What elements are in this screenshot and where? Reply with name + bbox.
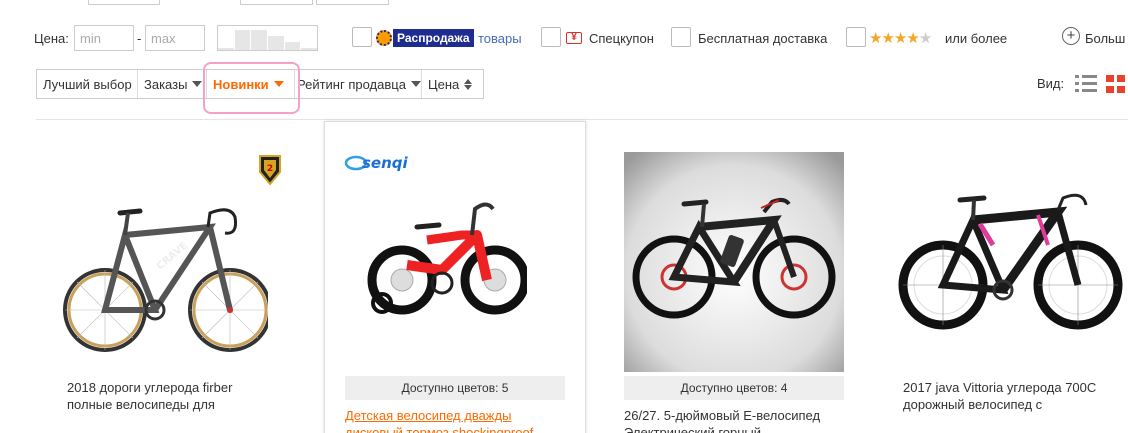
histogram-bar: [251, 29, 269, 50]
grid-view-icon[interactable]: [1106, 75, 1128, 93]
product-title-line: 26/27. 5-дюймовый E-велосипед: [624, 408, 821, 423]
free-shipping-checkbox[interactable]: [671, 27, 691, 47]
product-title-line: полные велосипеды для: [67, 397, 215, 412]
sale-badge-text: Распродажа: [393, 29, 474, 47]
sort-best-match[interactable]: Лучший выбор: [37, 70, 138, 98]
more-filters-label[interactable]: Больш: [1085, 31, 1125, 46]
svg-text:2: 2: [267, 164, 273, 174]
product-title-line: дисковый тормоз shockingproof: [345, 425, 534, 433]
free-shipping-label: Бесплатная доставка: [698, 31, 828, 46]
product-title-line: Детская велосипед дважды: [345, 408, 512, 423]
sort-updown-icon: [464, 78, 473, 90]
product-image[interactable]: CRAVE: [60, 195, 268, 365]
star-icon: ★: [893, 30, 907, 47]
rating-stars: ★★★★★: [869, 29, 932, 47]
caret-down-icon: [410, 81, 421, 87]
sale-goods-link[interactable]: товары: [478, 31, 522, 46]
product-title[interactable]: Детская велосипед дважды дисковый тормоз…: [345, 407, 580, 433]
product-image[interactable]: [367, 195, 527, 330]
product-title-line: Электрический горный: [624, 425, 762, 433]
star-icon: ★: [918, 30, 932, 47]
sort-label: Цена: [428, 76, 460, 92]
histogram-bar: [284, 41, 302, 50]
histogram-bar: [234, 29, 252, 50]
sort-price[interactable]: Цена: [422, 70, 483, 98]
price-label: Цена:: [34, 31, 69, 46]
sale-star-icon: [376, 30, 392, 46]
star-icon: ★: [869, 30, 882, 47]
divider: [36, 119, 1128, 120]
plus-circle-icon[interactable]: +: [1062, 27, 1080, 45]
available-colors: Доступно цветов: 4: [624, 376, 844, 400]
product-title[interactable]: 2018 дороги углерода firber полные велос…: [67, 379, 307, 413]
product-image[interactable]: [624, 152, 844, 372]
medal-badge-icon: 2: [259, 155, 281, 186]
coupon-label: Спецкупон: [589, 31, 654, 46]
price-max-input[interactable]: [145, 25, 205, 51]
histogram-bar: [301, 47, 318, 50]
available-colors: Доступно цветов: 5: [345, 376, 565, 400]
product-title[interactable]: 26/27. 5-дюймовый E-велосипед Электричес…: [624, 407, 864, 433]
product-title-line: дорожный велосипед с: [903, 397, 1043, 412]
sort-newest[interactable]: Новинки: [207, 70, 295, 98]
sort-label: Рейтинг продавца: [297, 76, 406, 92]
star-icon: ★: [881, 30, 894, 47]
caret-down-icon: [273, 81, 284, 87]
product-title-line: 2018 дороги углерода firber: [67, 380, 233, 395]
rating-or-more-label: или более: [945, 31, 1008, 46]
sale-badge: Распродажа: [376, 29, 474, 47]
svg-text:senqi: senqi: [362, 154, 409, 172]
filter-row: Цена: - Распродажа товары ¥ Спецкупон Бе…: [0, 23, 1128, 53]
price-min-input[interactable]: [74, 25, 134, 51]
coupon-icon: ¥: [566, 32, 582, 44]
histogram-bar: [218, 47, 235, 50]
price-histogram[interactable]: [217, 25, 318, 51]
view-label: Вид:: [1037, 76, 1065, 91]
coupon-checkbox[interactable]: [541, 27, 561, 47]
product-title-line: 2017 java Vittoria углерода 700C: [903, 380, 1097, 395]
senqi-logo: senqi: [344, 154, 409, 172]
star-icon: ★: [906, 30, 919, 47]
sort-bar: Лучший выбор Заказы Новинки Рейтинг прод…: [36, 69, 484, 99]
product-image[interactable]: [898, 190, 1128, 340]
sort-orders[interactable]: Заказы: [138, 70, 207, 98]
sale-checkbox[interactable]: [352, 27, 372, 47]
rating-checkbox[interactable]: [846, 27, 866, 47]
price-dash: -: [137, 31, 142, 46]
product-title[interactable]: 2017 java Vittoria углерода 700C дорожны…: [903, 379, 1128, 413]
histogram-bar: [268, 35, 285, 50]
sort-label: Заказы: [144, 76, 188, 92]
caret-down-icon: [192, 81, 203, 87]
sort-label: Новинки: [213, 76, 269, 92]
list-view-icon[interactable]: [1075, 75, 1097, 93]
sort-label: Лучший выбор: [43, 76, 132, 92]
sort-seller-rating[interactable]: Рейтинг продавца: [295, 70, 422, 98]
